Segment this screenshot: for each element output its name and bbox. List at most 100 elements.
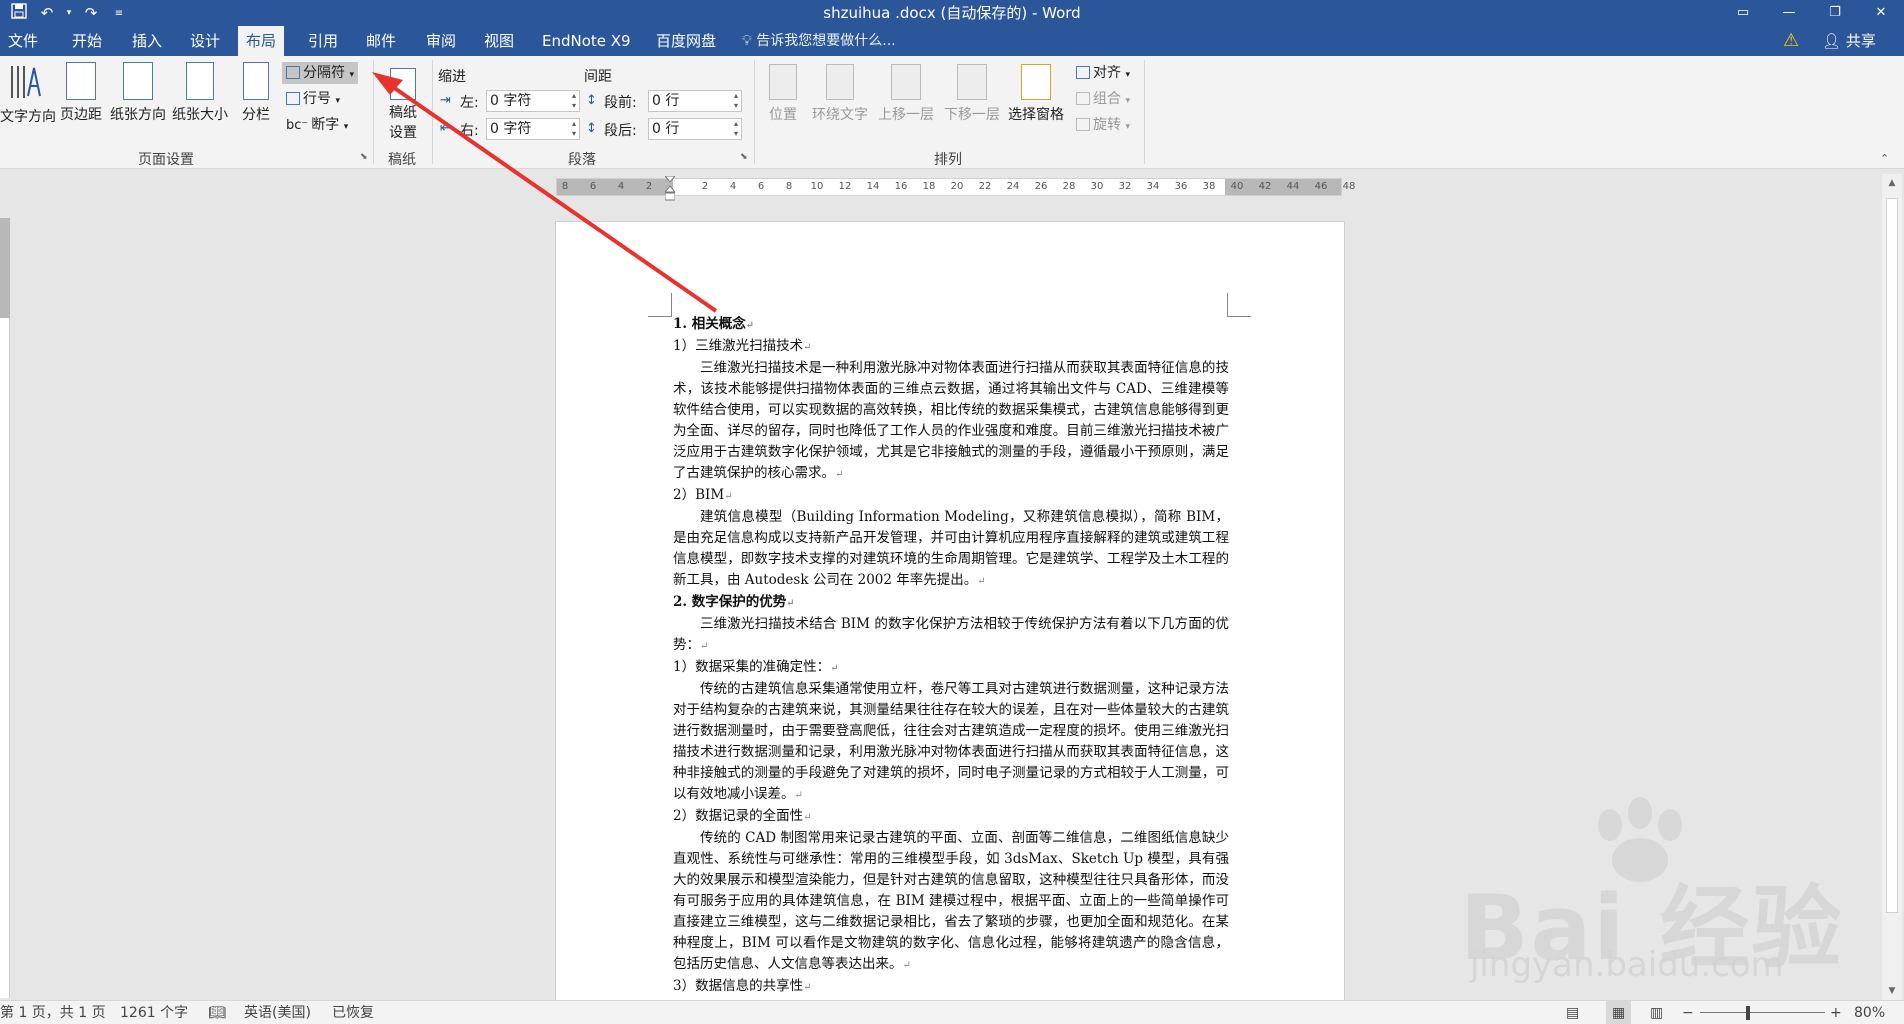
zoom-slider-thumb[interactable] <box>1746 1006 1750 1020</box>
position-button[interactable]: 位置 <box>760 64 806 124</box>
paragraph-mark-icon: ↵ <box>700 641 709 652</box>
zoom-level[interactable]: 80% <box>1854 1001 1885 1024</box>
zoom-in-button[interactable]: + <box>1830 1001 1842 1024</box>
margin-corner-mark <box>648 293 672 317</box>
ruler-tick-label: 16 <box>894 181 908 192</box>
dropdown-icon[interactable]: ▾ <box>64 8 74 18</box>
print-layout-icon[interactable]: ▦ <box>1606 1001 1632 1024</box>
paragraph-group-label: 段落 <box>568 152 596 168</box>
proofing-icon[interactable]: 📖︎ <box>208 1001 226 1024</box>
columns-button[interactable]: 分栏 <box>236 62 276 124</box>
ruler-tick-label: 32 <box>1118 181 1132 192</box>
customize-qat-icon[interactable]: ≡ <box>108 8 130 19</box>
paragraph[interactable]: 3）数据信息的共享性↵ <box>673 976 1229 998</box>
align-button[interactable]: 对齐 ▾ <box>1072 62 1134 84</box>
tab-review[interactable]: 审阅 <box>418 26 464 56</box>
tab-home[interactable]: 开始 <box>64 26 110 56</box>
warning-icon[interactable]: ⚠ <box>1783 31 1803 51</box>
document-body[interactable]: 1. 相关概念↵ 1）三维激光扫描技术↵ 三维激光扫描技术是一种利用激光脉冲对物体表… <box>673 314 1229 1020</box>
web-layout-icon[interactable]: ▥ <box>1650 1001 1663 1024</box>
tell-me-box[interactable]: 💡︎ 告诉我您想要做什么... <box>742 26 896 56</box>
indent-right-input[interactable]: 0 字符 ▴ ▾ <box>486 118 580 140</box>
paragraph-mark-icon: ↵ <box>794 790 803 801</box>
paragraph-text: 传统的古建筑信息采集通常使用立杆，卷尺等工具对古建筑进行数据测量，这种记录方法对… <box>673 681 1229 802</box>
vertical-scrollbar[interactable]: ▲ ▼ <box>1882 174 1902 1000</box>
wrap-text-button[interactable]: 环绕文字 <box>808 64 872 124</box>
language-indicator[interactable]: 英语(美国) <box>244 1001 311 1024</box>
word-count[interactable]: 1261 个字 <box>120 1001 188 1024</box>
paragraph-mark-icon: ↵ <box>902 960 911 971</box>
spin-arrows-icon[interactable]: ▴ ▾ <box>734 91 738 111</box>
spin-arrows-icon[interactable]: ▴ ▾ <box>572 91 576 111</box>
paragraph[interactable]: 1）数据采集的准确定性：↵ <box>673 657 1229 679</box>
paragraph[interactable]: 2）BIM↵ <box>673 485 1229 507</box>
scroll-down-icon[interactable]: ▼ <box>1882 986 1902 996</box>
paragraph[interactable]: 三维激光扫描技术是一种利用激光脉冲对物体表面进行扫描从而获取其表面特征信息的技术… <box>673 358 1229 485</box>
group-icon <box>1076 92 1090 105</box>
spin-arrows-icon[interactable]: ▴ ▾ <box>734 119 738 139</box>
ruler-tick-label: 12 <box>838 181 852 192</box>
spin-arrows-icon[interactable]: ▴ ▾ <box>572 119 576 139</box>
tab-file[interactable]: 文件 <box>0 26 46 56</box>
tab-endnote[interactable]: EndNote X9 <box>534 26 639 56</box>
ruler-tick-label: 30 <box>1090 181 1104 192</box>
scroll-thumb[interactable] <box>1886 198 1898 913</box>
read-mode-icon[interactable]: ▤ <box>1566 1001 1579 1024</box>
title-bar: ↶ ▾ ↷ ≡ shzuihua .docx (自动保存的) - Word ▭ … <box>0 0 1904 26</box>
minimize-icon[interactable]: — <box>1766 0 1812 26</box>
section-heading[interactable]: 1. 相关概念↵ <box>673 314 1229 336</box>
section-heading[interactable]: 2. 数字保护的优势↵ <box>673 592 1229 614</box>
page-setup-launcher-icon[interactable]: ⬊ <box>360 152 368 162</box>
indent-left-input[interactable]: 0 字符 ▴ ▾ <box>486 90 580 112</box>
undo-icon[interactable]: ↶ <box>36 4 58 22</box>
line-numbers-button[interactable]: 行号 ▾ <box>282 88 344 110</box>
spacing-after-input[interactable]: 0 行 ▴ ▾ <box>648 118 742 140</box>
restore-icon[interactable]: ❐ <box>1812 0 1858 26</box>
bring-forward-button[interactable]: 上移一层 <box>874 64 938 124</box>
tab-mailings[interactable]: 邮件 <box>358 26 404 56</box>
paragraph[interactable]: 建筑信息模型（Building Information Modeling，又称建… <box>673 507 1229 592</box>
tab-view[interactable]: 视图 <box>476 26 522 56</box>
breaks-button[interactable]: 分隔符 ▾ <box>282 62 358 84</box>
tab-insert[interactable]: 插入 <box>124 26 170 56</box>
ruler-tick-label: 34 <box>1146 181 1160 192</box>
paragraph[interactable]: 传统的古建筑信息采集通常使用立杆，卷尺等工具对古建筑进行数据测量，这种记录方法对… <box>673 679 1229 806</box>
tab-design[interactable]: 设计 <box>182 26 228 56</box>
tab-layout[interactable]: 布局 <box>238 26 285 56</box>
hyphenation-button[interactable]: bc⁻ 断字 ▾ <box>282 114 352 136</box>
indent-marker-icon[interactable] <box>665 176 675 202</box>
save-icon[interactable] <box>8 3 30 23</box>
rotate-button[interactable]: 旋转 ▾ <box>1072 114 1134 136</box>
scroll-up-icon[interactable]: ▲ <box>1882 178 1902 188</box>
paragraph-launcher-icon[interactable]: ⬊ <box>740 152 748 162</box>
paragraph[interactable]: 传统的 CAD 制图常用来记录古建筑的平面、立面、剖面等二维信息，二维图纸信息缺… <box>673 828 1229 976</box>
tab-references[interactable]: 引用 <box>300 26 346 56</box>
zoom-out-button[interactable]: − <box>1682 1001 1694 1024</box>
send-backward-button[interactable]: 下移一层 <box>940 64 1004 124</box>
paragraph[interactable]: 1）三维激光扫描技术↵ <box>673 336 1229 358</box>
collapse-ribbon-icon[interactable]: ⌃ <box>1880 152 1889 165</box>
orientation-button[interactable]: 纸张方向 <box>108 62 168 124</box>
text-direction-button[interactable]: 文字方向 <box>0 62 56 126</box>
vertical-ruler[interactable] <box>0 218 10 998</box>
paragraph[interactable]: 三维激光扫描技术结合 BIM 的数字化保护方法相较于传统保护方法有着以下几方面的… <box>673 614 1229 657</box>
columns-icon <box>243 62 269 100</box>
recovered-status: 已恢复 <box>332 1005 374 1021</box>
ribbon-display-icon[interactable]: ▭ <box>1720 0 1766 26</box>
group-objects-button[interactable]: 组合 ▾ <box>1072 88 1134 110</box>
orientation-icon <box>123 62 153 100</box>
share-button[interactable]: 👤︎ 共享 <box>1822 26 1876 56</box>
paragraph-text: 2）BIM <box>673 487 725 503</box>
selection-pane-button[interactable]: 选择窗格 <box>1004 64 1068 124</box>
redo-icon[interactable]: ↷ <box>80 4 102 22</box>
size-button[interactable]: 纸张大小 <box>170 62 230 124</box>
manuscript-settings-button[interactable]: 稿纸 设置 <box>380 68 426 142</box>
zoom-slider[interactable] <box>1700 1012 1825 1013</box>
selection-pane-icon <box>1021 64 1051 100</box>
close-icon[interactable]: ✕ <box>1858 0 1904 26</box>
margins-button[interactable]: 页边距 <box>54 62 108 124</box>
tab-baidu-netdisk[interactable]: 百度网盘 <box>648 26 724 56</box>
page-count[interactable]: 第 1 页，共 1 页 <box>0 1001 106 1024</box>
spacing-before-input[interactable]: 0 行 ▴ ▾ <box>648 90 742 112</box>
paragraph[interactable]: 2）数据记录的全面性↵ <box>673 806 1229 828</box>
